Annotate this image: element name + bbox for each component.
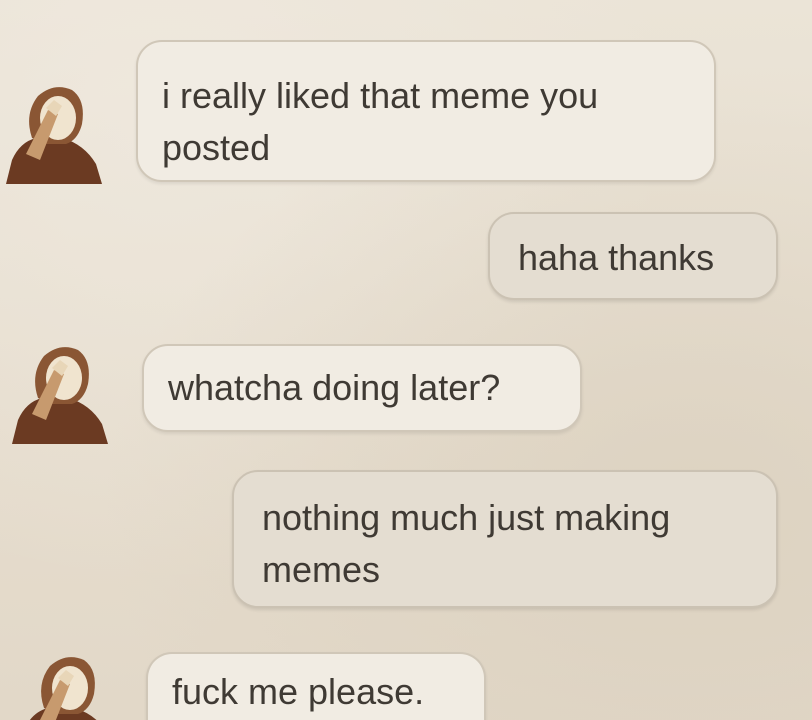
chat-window: i really liked that meme you posted haha… [0,0,812,720]
message-bubble-outgoing[interactable]: nothing much just making memes [232,470,778,608]
contact-avatar[interactable] [8,340,112,444]
message-bubble-outgoing[interactable]: haha thanks [488,212,778,300]
message-bubble-incoming[interactable]: fuck me please. [146,652,486,720]
contact-avatar[interactable] [14,650,118,720]
contact-avatar-icon [12,347,108,444]
contact-avatar-icon [29,657,97,720]
contact-avatar-icon [6,87,102,184]
message-bubble-incoming[interactable]: whatcha doing later? [142,344,582,432]
contact-avatar[interactable] [2,80,106,184]
message-bubble-incoming[interactable]: i really liked that meme you posted [136,40,716,182]
